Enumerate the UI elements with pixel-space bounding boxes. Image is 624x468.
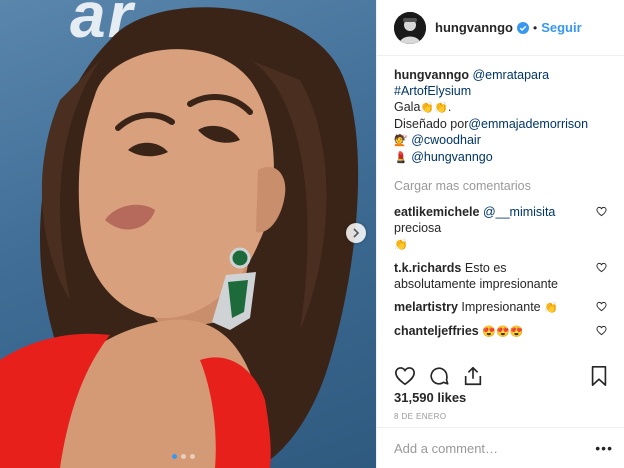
add-comment-input[interactable] [394, 440, 596, 456]
load-more-comments-button[interactable]: Cargar mas comentarios [394, 178, 607, 194]
post-date: 8 DE ENERO [394, 412, 447, 421]
heart-eyes-emoji: 😍😍😍 [482, 326, 524, 338]
caption-hashtag[interactable]: #ArtofElysium [394, 84, 471, 98]
post-photo[interactable]: ar [0, 0, 376, 468]
comment-text: preciosa [394, 221, 442, 235]
like-comment-heart-icon[interactable] [596, 325, 607, 336]
caption-text-gala: Gala [394, 100, 421, 114]
comment-item: chanteljeffries 😍😍😍 [394, 323, 607, 340]
next-photo-button[interactable] [346, 223, 366, 243]
save-bookmark-icon[interactable] [589, 365, 609, 387]
comment-list: hungvanngo @emratapara #ArtofElysium Gal… [377, 56, 624, 340]
carousel-dot [181, 454, 186, 459]
clap-emoji: 👏👏 [420, 102, 448, 114]
add-comment-bar: ••• [377, 427, 624, 468]
comment-bubble-icon[interactable] [428, 365, 450, 387]
carousel-dot [190, 454, 195, 459]
carousel-indicator [172, 454, 195, 459]
comment-username[interactable]: eatlikemichele [394, 205, 479, 219]
caption-username[interactable]: hungvanngo [394, 68, 469, 82]
caption-text-designed-by: Diseñado por [394, 117, 469, 131]
carousel-dot [172, 454, 177, 459]
verified-badge-icon [517, 21, 529, 34]
like-comment-heart-icon[interactable] [596, 206, 607, 217]
follow-button[interactable]: Seguir [541, 20, 581, 35]
like-comment-heart-icon[interactable] [596, 301, 607, 312]
comment-item: t.k.richards Esto es absolutamente impre… [394, 260, 607, 292]
like-count[interactable]: 31,590 likes [394, 390, 466, 405]
portrait-illustration [0, 7, 359, 468]
post-side-panel: hungvanngo • Seguir hungvanngo @emratapa… [376, 0, 624, 468]
caption-mention-hungvanngo[interactable]: @hungvanngo [411, 150, 493, 164]
post-header: hungvanngo • Seguir [377, 0, 624, 56]
post-action-bar [394, 363, 609, 389]
comment-item: eatlikemichele @__mimisita preciosa 👏 [394, 204, 607, 253]
comment-username[interactable]: chanteljeffries [394, 324, 479, 338]
share-upload-icon[interactable] [462, 365, 484, 387]
header-separator: • [533, 20, 538, 35]
comment-item: melartistry Impresionante 👏 [394, 299, 607, 316]
avatar[interactable] [394, 11, 426, 44]
comment-username[interactable]: melartistry [394, 300, 458, 314]
comment-username[interactable]: t.k.richards [394, 261, 461, 275]
lipstick-emoji: 💄 [394, 152, 408, 164]
like-comment-heart-icon[interactable] [596, 262, 607, 273]
user-avatar-icon [394, 11, 426, 44]
post-author-username[interactable]: hungvanngo [435, 20, 513, 35]
caption-mention-cwoodhair[interactable]: @cwoodhair [411, 133, 481, 147]
chevron-right-icon [353, 228, 360, 238]
like-heart-icon[interactable] [394, 365, 416, 387]
more-options-button[interactable]: ••• [595, 440, 613, 456]
haircut-emoji: 💇 [394, 135, 408, 147]
comment-mention[interactable]: @__mimisita [483, 205, 555, 219]
clap-emoji: 👏 [544, 302, 558, 314]
post-caption: hungvanngo @emratapara #ArtofElysium Gal… [394, 67, 607, 166]
caption-period: . [447, 100, 452, 114]
caption-mention-emratapara[interactable]: @emratapara [472, 68, 549, 82]
caption-mention-emmajademorrison[interactable]: @emmajademorrison [468, 117, 588, 131]
comment-text: Impresionante [461, 300, 541, 314]
clap-emoji: 👏 [394, 239, 408, 251]
